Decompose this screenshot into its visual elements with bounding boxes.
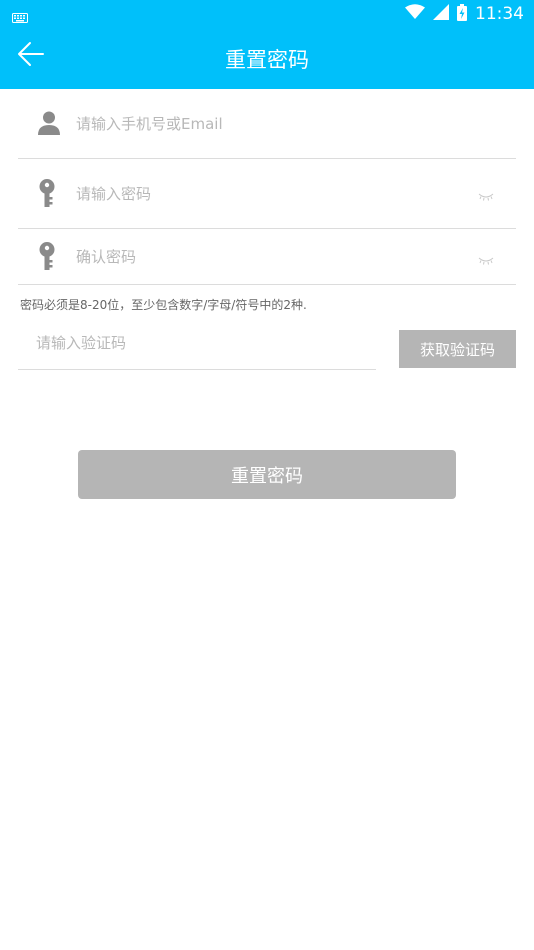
confirm-password-field	[18, 229, 516, 285]
battery-charging-icon	[457, 3, 467, 25]
reset-password-button[interactable]: 重置密码	[78, 450, 456, 499]
key-icon	[38, 179, 56, 211]
verification-code-field	[18, 322, 376, 370]
account-field	[18, 89, 516, 159]
verification-code-input[interactable]	[36, 328, 356, 358]
page-title: 重置密码	[225, 48, 309, 72]
cell-signal-icon	[433, 4, 449, 24]
person-icon	[38, 111, 60, 139]
closed-eye-icon[interactable]	[478, 251, 494, 270]
status-time: 11:34	[475, 4, 524, 24]
confirm-password-input[interactable]	[76, 242, 456, 272]
password-field	[18, 159, 516, 229]
wifi-icon	[405, 4, 425, 24]
password-input[interactable]	[76, 179, 456, 209]
password-hint: 密码必须是8-20位，至少包含数字/字母/符号中的2种.	[20, 298, 307, 312]
account-input[interactable]	[76, 109, 456, 139]
keyboard-icon	[12, 8, 28, 27]
key-icon	[38, 242, 56, 274]
status-bar: 11:34	[0, 0, 534, 28]
app-bar: 重置密码	[0, 28, 534, 89]
closed-eye-icon[interactable]	[478, 187, 494, 206]
get-code-button[interactable]: 获取验证码	[399, 330, 516, 368]
